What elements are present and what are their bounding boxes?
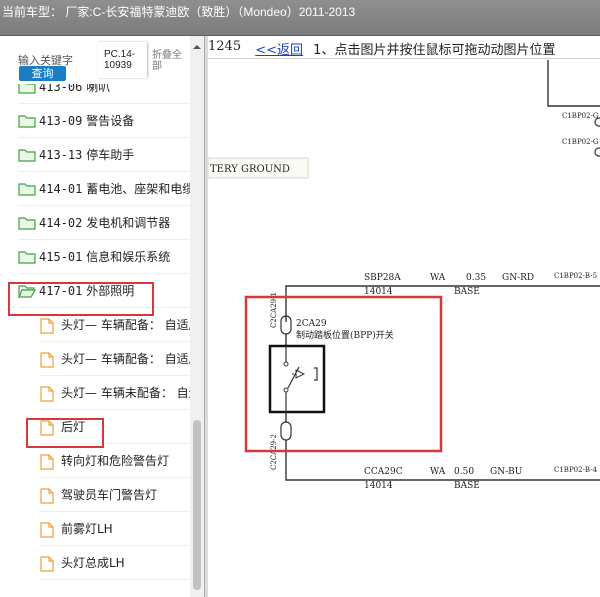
folder-icon [18, 84, 36, 94]
collapse-all-link[interactable]: 折叠全 部 [152, 50, 188, 72]
wire-bottom-wire-color: GN-BU [490, 467, 523, 477]
tree-folder-413-06[interactable]: 413-06 喇叭 [18, 84, 190, 104]
wire-top-base: BASE [454, 287, 480, 297]
tree-folder-name: 外部照明 [86, 284, 135, 298]
pc-code-line1: PC.14- [104, 49, 136, 60]
tree-leaf-label: 前雾灯LH [61, 522, 113, 536]
tree-folder-code: 413-13 [39, 148, 83, 162]
left-panel: 查询 PC.14- 10939 折叠全 部 413-06 喇叭 413-09 警… [0, 36, 204, 597]
wire-bottom-connector: C1BP02-B-4 [554, 466, 598, 474]
tree-leaf-item[interactable]: 驾驶员车门警告灯 [40, 478, 190, 512]
tree-leaf-label: 转向灯和危险警告灯 [61, 454, 170, 468]
folder-icon [18, 250, 36, 264]
tree-leaf-label: 头灯— 车辆配备： 自适应 [61, 352, 190, 366]
tree-leaf-item[interactable]: 头灯总成LH [40, 546, 190, 580]
wire-top [285, 285, 600, 322]
tree-leaf-rear-lamps[interactable]: 后灯 [40, 410, 190, 444]
tree-folder-code: 413-06 [39, 84, 83, 94]
tree-leaf-item[interactable]: 头灯— 车辆配备： 自适应 [40, 342, 190, 376]
tree-leaf-label: 头灯— 车辆配备： 自适应 [61, 318, 190, 332]
top-wire-bracket [547, 60, 600, 107]
file-icon [40, 453, 58, 470]
wiring-diagram[interactable]: TERY GROUND C1BP02-G C1BP02-G SBP28A WA … [208, 36, 600, 597]
tree-folder-code: 414-02 [39, 216, 83, 230]
query-button[interactable]: 查询 [19, 66, 66, 81]
tree-leaf-item[interactable]: 头灯— 车辆配备： 自适应 [40, 308, 190, 342]
tree-leaf-item[interactable]: 头灯— 车辆未配备： 自适应 [40, 376, 190, 410]
connector-terminal [594, 147, 600, 157]
wire-top-connector: C1BP02-B-5 [554, 272, 597, 280]
collapse-all-line1: 折叠全 [152, 50, 182, 61]
file-icon [40, 555, 58, 572]
connector-label-top-1: C1BP02-G [562, 112, 599, 120]
wire-top-color-code: WA [430, 273, 446, 283]
back-link[interactable]: <<返回 [255, 39, 303, 58]
tree-folder-name: 警告设备 [86, 114, 135, 128]
tree-leaf-label: 后灯 [61, 420, 86, 434]
search-toolbar: 查询 PC.14- 10939 折叠全 部 [0, 36, 204, 84]
bpp-switch-box [268, 344, 326, 414]
pc-code-line2: 10939 [104, 60, 132, 71]
wire-bottom-name: CCA29C [364, 467, 403, 477]
tree-scrollbar[interactable] [190, 36, 204, 597]
diagram-toolbar: 1245 <<返回 1、点击图片并按住鼠标可拖动动图片位置 [208, 39, 600, 59]
file-icon [40, 521, 58, 538]
tree-folder-413-13[interactable]: 413-13 停车助手 [18, 138, 190, 172]
wire-bottom-circuit: 14014 [364, 481, 393, 491]
wire-top-gauge: 0.35 [466, 273, 486, 283]
component-id: 2CA29 [296, 319, 327, 329]
wire-top-name: SBP28A [364, 273, 401, 283]
tree-leaf-item[interactable]: 前雾灯LH [40, 512, 190, 546]
tree-folder-414-02[interactable]: 414-02 发电机和调节器 [18, 206, 190, 240]
tree-folder-code: 414-01 [39, 182, 83, 196]
tree-folder-code: 415-01 [39, 250, 83, 264]
connector-label-top-2: C1BP02-G [562, 138, 599, 146]
tree-folder-414-01[interactable]: 414-01 蓄电池、座架和电缆 [18, 172, 190, 206]
tree-leaf-label: 头灯总成LH [61, 556, 125, 570]
tree-folder-417-01[interactable]: 417-01 外部照明 [18, 274, 190, 308]
folder-icon [18, 148, 36, 162]
file-icon [40, 351, 58, 368]
drag-instruction: 1、点击图片并按住鼠标可拖动动图片位置 [313, 43, 556, 58]
tree-folder-name: 发电机和调节器 [86, 216, 171, 230]
file-icon [40, 487, 58, 504]
tree-folder-413-09[interactable]: 413-09 警告设备 [18, 104, 190, 138]
scroll-up-arrow-icon[interactable] [190, 38, 204, 50]
pin-bottom-connector [280, 421, 292, 441]
tree-view: 413-06 喇叭 413-09 警告设备 413-13 停车助手 414-01… [0, 84, 190, 597]
folder-icon [18, 216, 36, 230]
file-icon [40, 317, 58, 334]
tree-folder-name: 喇叭 [86, 84, 111, 94]
scroll-thumb[interactable] [193, 420, 201, 590]
wire-top-circuit: 14014 [364, 287, 393, 297]
page-number: 1245 [208, 39, 242, 54]
tree-folder-415-01[interactable]: 415-01 信息和娱乐系统 [18, 240, 190, 274]
wire-bottom-gauge: 0.50 [454, 467, 474, 477]
file-icon [40, 419, 58, 436]
diagram-viewer[interactable]: TERY GROUND C1BP02-G C1BP02-G SBP28A WA … [208, 36, 600, 597]
wire-top-wire-color: GN-RD [502, 273, 534, 283]
collapse-all-line2: 部 [152, 61, 162, 72]
component-name: 制动踏板位置(BPP)开关 [296, 329, 394, 341]
folder-icon [18, 182, 36, 196]
file-icon [40, 385, 58, 402]
tree-folder-name: 停车助手 [86, 148, 135, 162]
wire-bottom-base: BASE [454, 481, 480, 491]
tree-folder-code: 413-09 [39, 114, 83, 128]
tree-leaf-item[interactable]: 转向灯和危险警告灯 [40, 444, 190, 478]
wire-bottom-color-code: WA [430, 467, 446, 477]
tree-folder-name: 信息和娱乐系统 [86, 250, 171, 264]
title-bar: 当前车型： 厂家:C-长安福特蒙迪欧（致胜）（Mondeo）2011-2013 [0, 0, 600, 36]
pc-code-tab[interactable]: PC.14- 10939 [97, 42, 147, 78]
tree-leaf-label: 驾驶员车门警告灯 [61, 488, 158, 502]
window-title: 当前车型： 厂家:C-长安福特蒙迪欧（致胜）（Mondeo）2011-2013 [2, 5, 356, 19]
folder-open-icon [18, 284, 36, 298]
battery-ground-label: TERY GROUND [210, 164, 290, 175]
tree-leaf-label: 头灯— 车辆未配备： 自适应 [61, 386, 190, 400]
tree-folder-name: 蓄电池、座架和电缆 [86, 182, 190, 196]
folder-icon [18, 114, 36, 128]
tree-folder-code: 417-01 [39, 284, 83, 298]
